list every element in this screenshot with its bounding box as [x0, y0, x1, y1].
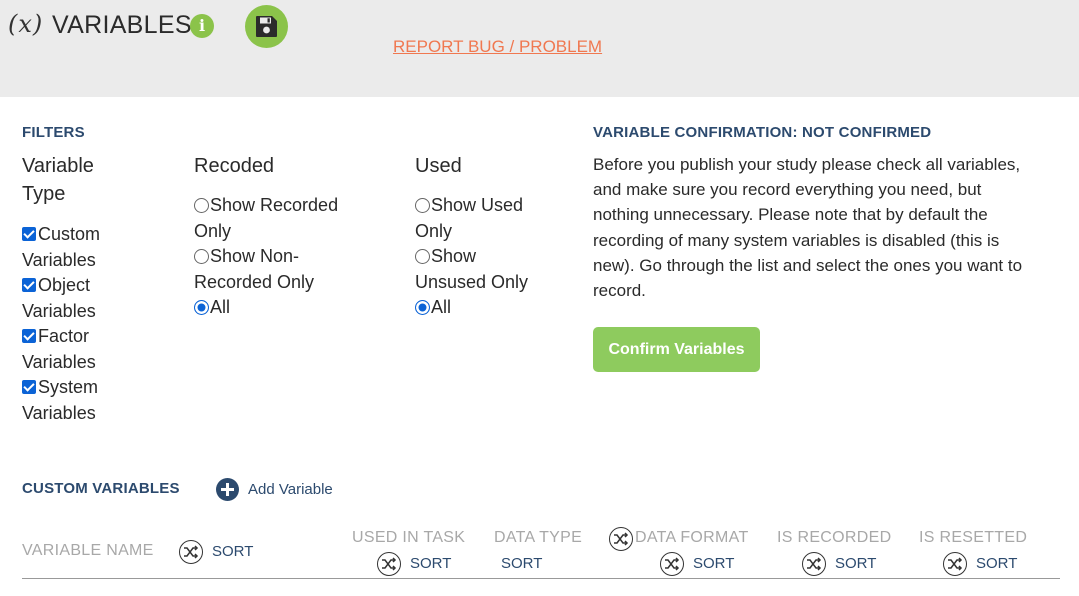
- radio-unselected-icon[interactable]: [194, 198, 209, 213]
- filter-object-variables[interactable]: Object Variables: [22, 273, 96, 324]
- confirmation-heading: VARIABLE CONFIRMATION: NOT CONFIRMED: [593, 124, 932, 141]
- used-title: Used: [415, 155, 462, 177]
- confirm-variables-button[interactable]: Confirm Variables: [593, 327, 760, 372]
- radio-show-used-only[interactable]: Show Used Only: [415, 193, 523, 244]
- radio-show-unused-only[interactable]: Show Unsused Only: [415, 244, 528, 295]
- floppy-disk-icon: [256, 16, 277, 37]
- option-label: Show Recorded: [210, 195, 339, 215]
- option-label: Variables: [22, 300, 96, 321]
- option-label: System: [38, 377, 99, 397]
- radio-used-all[interactable]: All: [415, 295, 451, 321]
- option-label: Variables: [22, 351, 96, 372]
- shuffle-sort-icon[interactable]: [377, 552, 401, 576]
- info-icon[interactable]: i: [190, 14, 214, 38]
- variable-type-title-line1: Variable: [22, 155, 94, 177]
- report-bug-link[interactable]: REPORT BUG / PROBLEM: [393, 37, 602, 57]
- sort-used-in-task[interactable]: SORT: [410, 555, 451, 572]
- recoded-title: Recoded: [194, 155, 275, 177]
- radio-selected-icon[interactable]: [415, 300, 430, 315]
- checkbox-checked-icon[interactable]: [22, 227, 36, 241]
- radio-show-recorded-only[interactable]: Show Recorded Only: [194, 193, 338, 244]
- column-header-used-in-task: USED IN TASK: [352, 529, 466, 546]
- checkbox-checked-icon[interactable]: [22, 380, 36, 394]
- option-label: Show Non-: [210, 246, 300, 266]
- option-label: Show: [431, 246, 477, 266]
- shuffle-sort-icon[interactable]: [609, 527, 633, 551]
- filter-custom-variables[interactable]: Custom Variables: [22, 222, 100, 273]
- column-header-is-resetted: IS RESETTED: [919, 529, 1028, 546]
- custom-variables-heading: CUSTOM VARIABLES: [22, 480, 180, 497]
- radio-show-non-recorded-only[interactable]: Show Non- Recorded Only: [194, 244, 314, 295]
- sort-data-type[interactable]: SORT: [501, 555, 542, 572]
- radio-unselected-icon[interactable]: [194, 249, 209, 264]
- radio-selected-icon[interactable]: [194, 300, 209, 315]
- option-label: Variables: [22, 249, 96, 270]
- option-label: All: [431, 297, 452, 317]
- shuffle-sort-icon[interactable]: [660, 552, 684, 576]
- table-header-divider: [22, 578, 1060, 579]
- radio-unselected-icon[interactable]: [415, 249, 430, 264]
- shuffle-sort-icon[interactable]: [802, 552, 826, 576]
- filter-factor-variables[interactable]: Factor Variables: [22, 324, 96, 375]
- sort-is-recorded[interactable]: SORT: [835, 555, 876, 572]
- sort-variable-name[interactable]: SORT: [212, 543, 253, 560]
- filter-system-variables[interactable]: System Variables: [22, 375, 98, 426]
- add-circle-icon[interactable]: [216, 478, 239, 501]
- option-label: Only: [415, 220, 453, 241]
- variable-type-title-line2: Type: [22, 183, 66, 205]
- option-label: Unsused Only: [415, 271, 529, 292]
- shuffle-sort-icon[interactable]: [943, 552, 967, 576]
- option-label: Custom: [38, 224, 101, 244]
- option-label: Factor: [38, 326, 90, 346]
- sort-is-resetted[interactable]: SORT: [976, 555, 1017, 572]
- column-header-variable-name: VARIABLE NAME: [22, 542, 154, 559]
- checkbox-checked-icon[interactable]: [22, 329, 36, 343]
- column-header-data-type: DATA TYPE: [494, 529, 583, 546]
- column-header-is-recorded: IS RECORDED: [777, 529, 892, 546]
- option-label: Variables: [22, 402, 96, 423]
- option-label: Show Used: [431, 195, 524, 215]
- add-variable-button[interactable]: Add Variable: [248, 481, 333, 498]
- shuffle-sort-icon[interactable]: [179, 540, 203, 564]
- checkbox-checked-icon[interactable]: [22, 278, 36, 292]
- save-button[interactable]: [245, 5, 288, 48]
- option-label: Object: [38, 275, 91, 295]
- top-bar: (x) VARIABLES i REPORT BUG / PROBLEM: [0, 0, 1079, 97]
- sort-data-format[interactable]: SORT: [693, 555, 734, 572]
- option-label: Only: [194, 220, 232, 241]
- variable-icon: (x): [8, 10, 44, 38]
- option-label: All: [210, 297, 231, 317]
- page-title: VARIABLES: [52, 11, 192, 39]
- radio-unselected-icon[interactable]: [415, 198, 430, 213]
- filters-heading: FILTERS: [22, 124, 85, 141]
- column-header-data-format: DATA FORMAT: [635, 529, 749, 546]
- radio-recoded-all[interactable]: All: [194, 295, 230, 321]
- variable-type-title: Variable Type: [22, 152, 94, 208]
- option-label: Recorded Only: [194, 271, 315, 292]
- confirmation-text: Before you publish your study please che…: [593, 155, 1023, 301]
